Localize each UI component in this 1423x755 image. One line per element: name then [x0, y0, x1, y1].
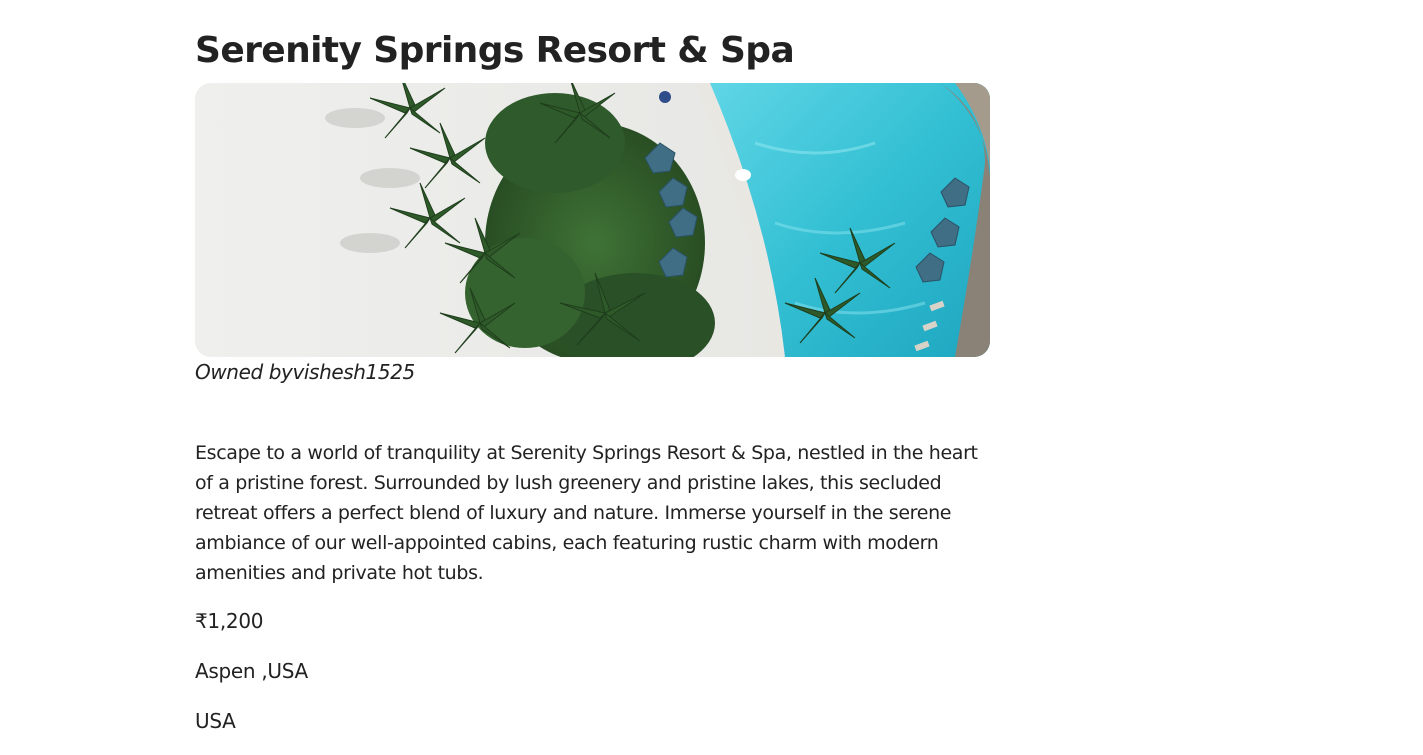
- listing-page: Serenity Springs Resort & Spa Owned byvi…: [0, 0, 1423, 755]
- listing-title: Serenity Springs Resort & Spa: [195, 30, 795, 71]
- listing-description: Escape to a world of tranquility at Sere…: [195, 442, 978, 584]
- owner-line: Owned byvishesh1525: [195, 360, 415, 384]
- listing-country: USA: [195, 709, 236, 733]
- listing-image: [195, 83, 990, 357]
- listing-price: ₹1,200: [195, 609, 264, 633]
- owner-username: vishesh1525: [292, 360, 415, 384]
- owner-prefix: Owned by: [195, 360, 293, 384]
- listing-location: Aspen ,USA: [195, 659, 308, 683]
